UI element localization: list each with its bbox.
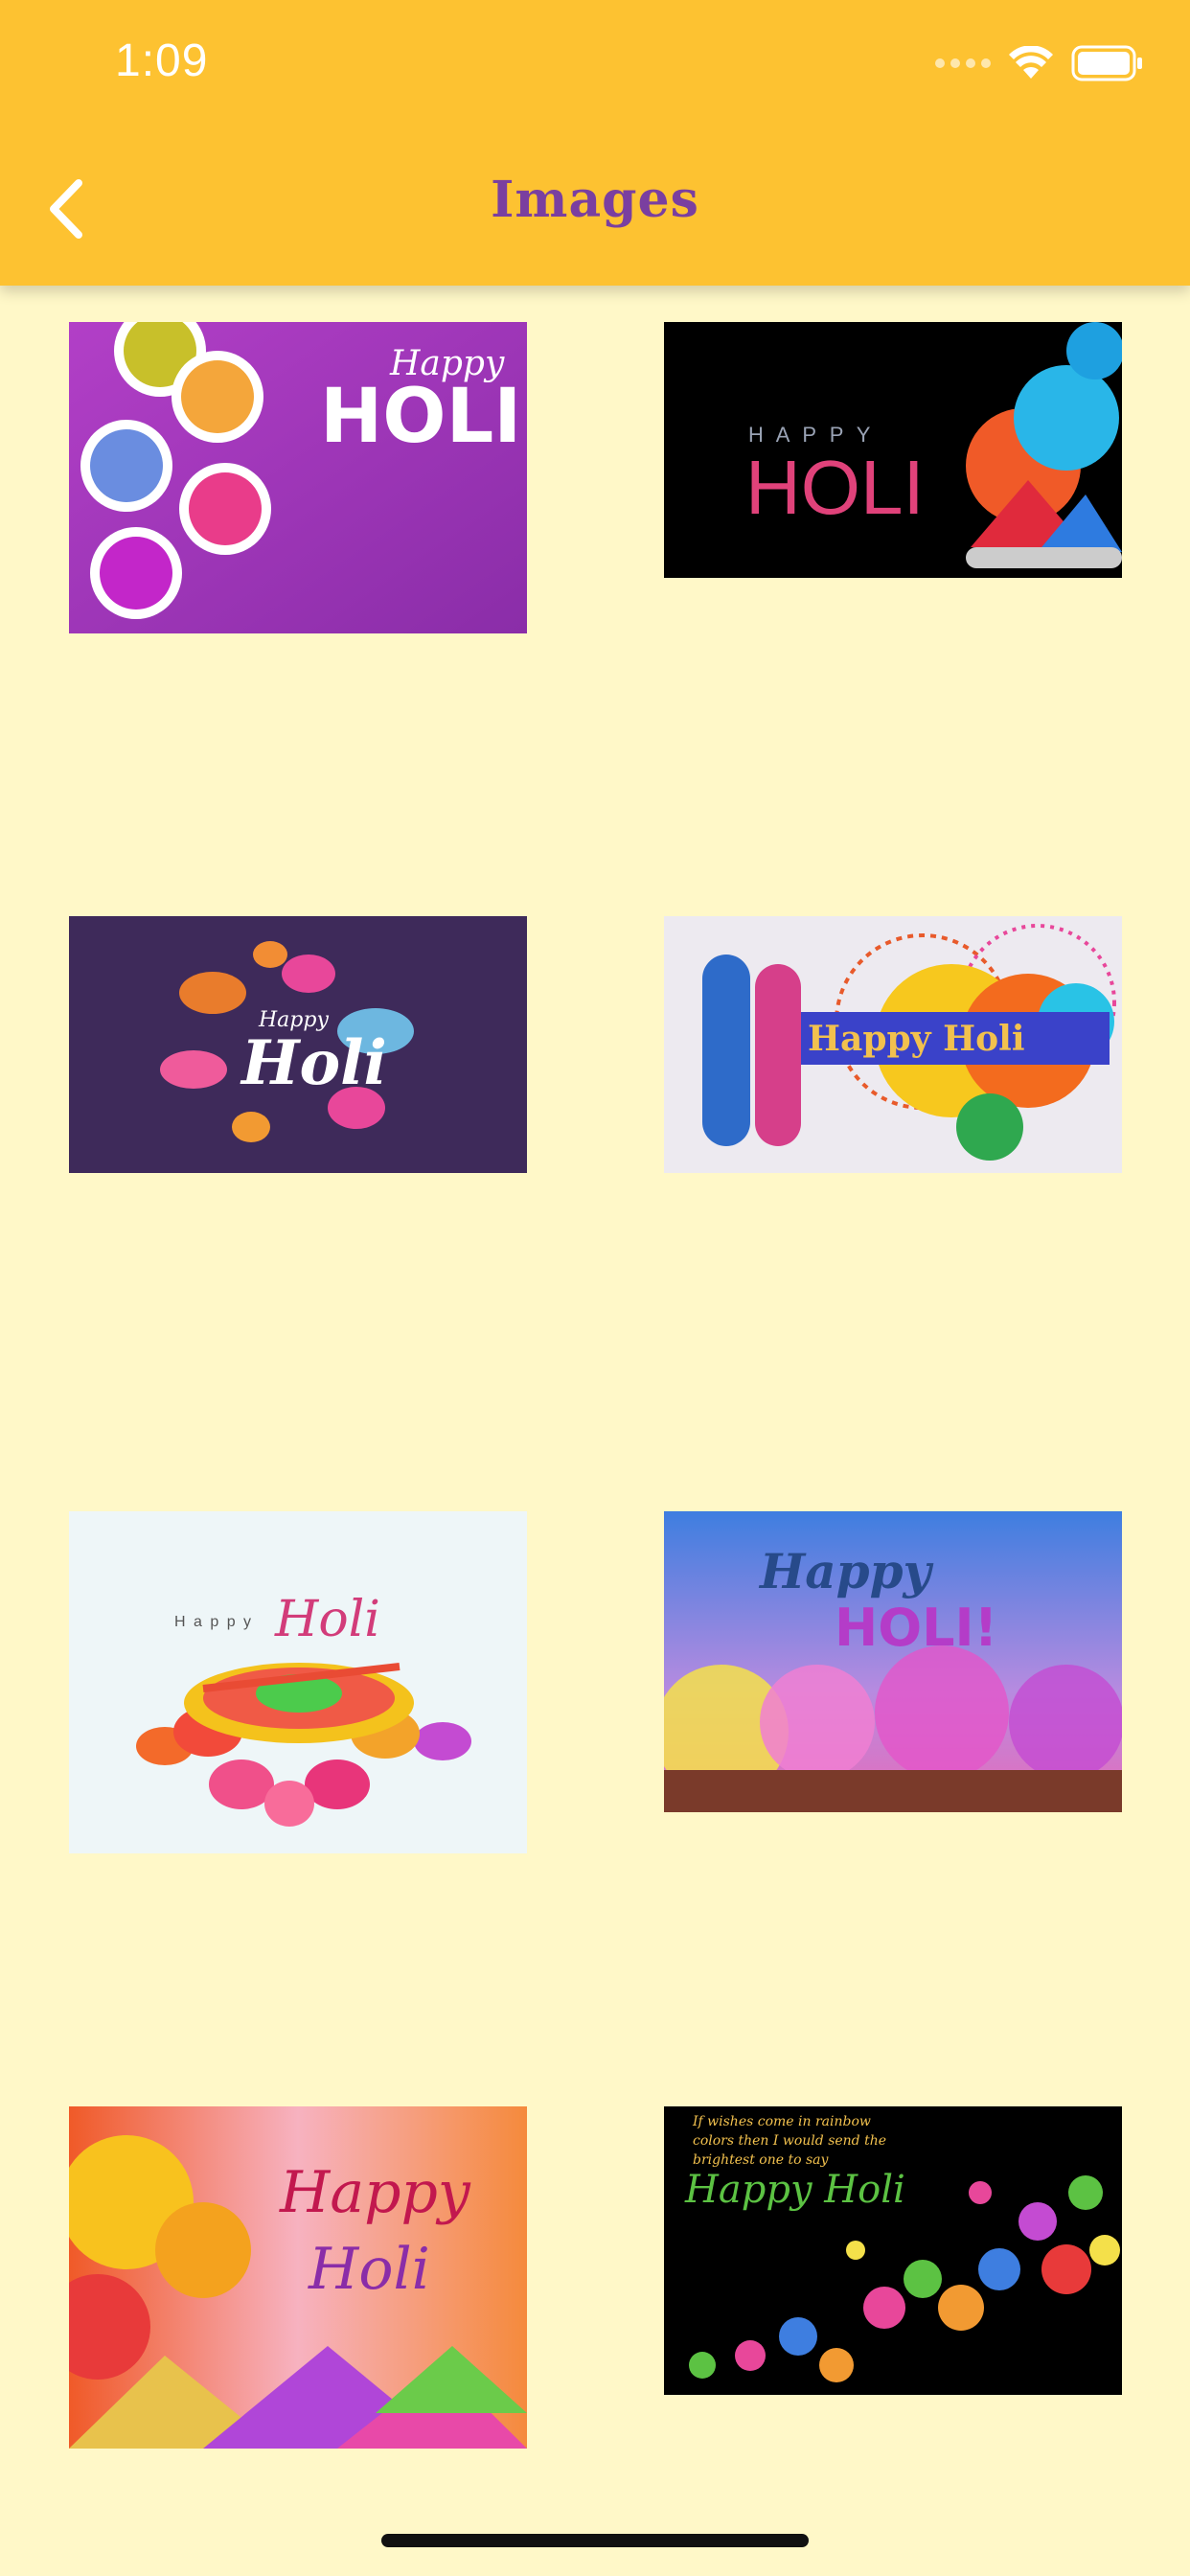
image-4-line1: Happy Holi xyxy=(808,1019,1025,1059)
wifi-icon xyxy=(1009,46,1053,79)
home-indicator[interactable] xyxy=(381,2534,809,2547)
image-tile-1[interactable]: Happy HOLI xyxy=(69,322,527,633)
holi-image-4: Happy Holi xyxy=(664,916,1122,1173)
image-3-line2: Holi xyxy=(240,1027,387,1099)
holi-image-1: Happy HOLI xyxy=(69,322,527,633)
image-tile-8[interactable]: If wishes come in rainbow colors then I … xyxy=(664,2106,1122,2395)
image-1-line2: HOLI xyxy=(320,374,521,460)
image-6-line2: HOLI! xyxy=(835,1598,997,1658)
holi-image-8: If wishes come in rainbow colors then I … xyxy=(664,2106,1122,2395)
image-8-line2: colors then I would send the xyxy=(693,2133,886,2149)
holi-image-7: Happy Holi xyxy=(69,2106,527,2449)
image-5-line2: Holi xyxy=(274,1591,380,1648)
navigation-header: 1:09 Images xyxy=(0,0,1190,286)
holi-image-5: H a p p y Holi xyxy=(69,1511,527,1853)
image-8-line1: If wishes come in rainbow xyxy=(692,2114,871,2129)
image-tile-6[interactable]: Happy HOLI! xyxy=(664,1511,1122,1812)
status-icons xyxy=(935,42,1144,84)
holi-image-6: Happy HOLI! xyxy=(664,1511,1122,1812)
image-tile-4[interactable]: Happy Holi xyxy=(664,916,1122,1173)
image-2-line1: H A P P Y xyxy=(748,423,874,447)
image-6-line1: Happy xyxy=(758,1543,934,1599)
image-2-line2: HOLI xyxy=(745,445,925,530)
battery-icon xyxy=(1071,45,1142,81)
image-8-line3: brightest one to say xyxy=(693,2152,829,2168)
image-7-line2: Holi xyxy=(308,2236,430,2303)
page-title: Images xyxy=(491,171,699,229)
signal-icon xyxy=(935,58,991,68)
holi-image-3: Happy Holi xyxy=(69,916,527,1173)
image-tile-7[interactable]: Happy Holi xyxy=(69,2106,527,2449)
image-7-line1: Happy xyxy=(279,2159,471,2226)
holi-image-2: H A P P Y HOLI xyxy=(664,322,1122,578)
image-tile-5[interactable]: H a p p y Holi xyxy=(69,1511,527,1853)
image-tile-3[interactable]: Happy Holi xyxy=(69,916,527,1173)
image-5-line1: H a p p y xyxy=(174,1614,253,1630)
status-time: 1:09 xyxy=(115,35,209,86)
image-tile-2[interactable]: H A P P Y HOLI xyxy=(664,322,1122,578)
image-8-line4: Happy Holi xyxy=(684,2168,905,2212)
